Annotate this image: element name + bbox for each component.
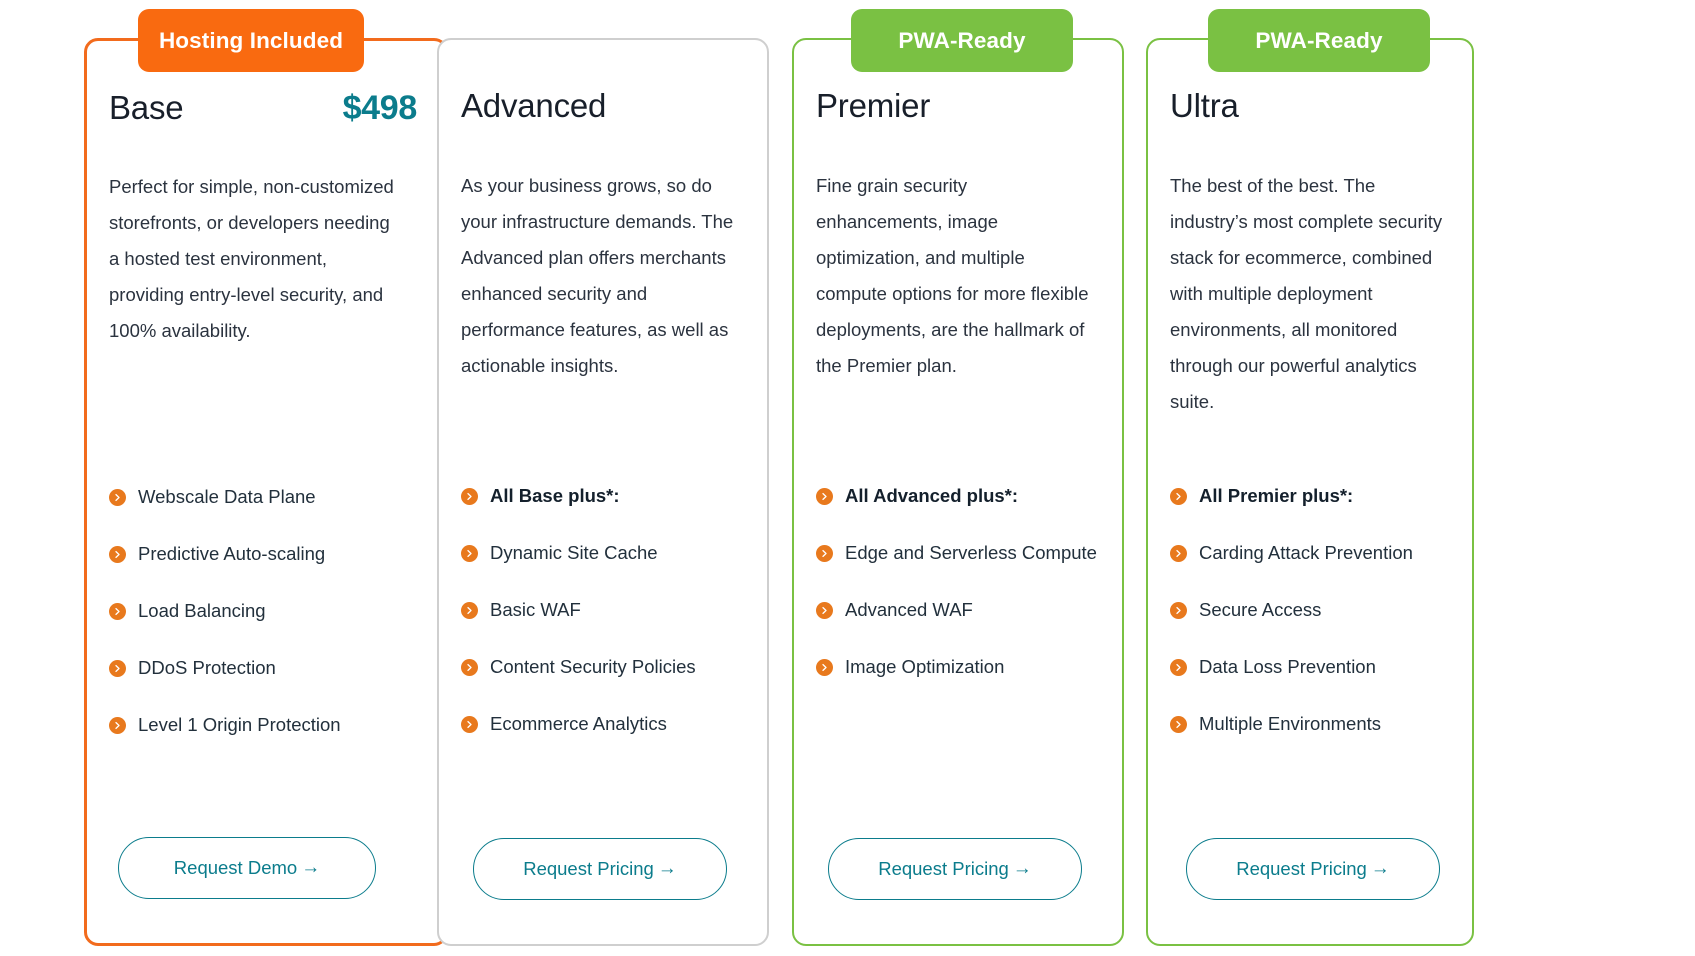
- feature-item: Edge and Serverless Compute: [816, 537, 1098, 569]
- feature-list-advanced: All Base plus*: Dynamic Site Cache Basic…: [461, 480, 743, 765]
- feature-item: All Base plus*:: [461, 480, 743, 512]
- chevron-right-circle-icon: [461, 602, 478, 619]
- feature-item: Dynamic Site Cache: [461, 537, 743, 569]
- pricing-card-ultra: Ultra The best of the best. The industry…: [1146, 38, 1474, 946]
- pricing-card-premier: Premier Fine grain security enhancements…: [792, 38, 1124, 946]
- plan-description-ultra: The best of the best. The industry’s mos…: [1170, 175, 1443, 412]
- feature-label: Data Loss Prevention: [1199, 656, 1376, 677]
- feature-label: Image Optimization: [845, 656, 1005, 677]
- feature-label: Advanced WAF: [845, 599, 973, 620]
- request-demo-button-base[interactable]: Request Demo →: [118, 837, 376, 899]
- feature-label: DDoS Protection: [138, 657, 276, 678]
- feature-list-base: Webscale Data Plane Predictive Auto-scal…: [109, 481, 421, 766]
- arrow-right-icon: →: [657, 858, 677, 879]
- plan-description-premier: Fine grain security enhancements, image …: [816, 175, 1089, 376]
- chevron-right-circle-icon: [109, 489, 126, 506]
- card-header-advanced: Advanced: [461, 87, 739, 142]
- feature-item: Secure Access: [1170, 594, 1448, 626]
- badge-pwa-ready-premier: PWA-Ready: [851, 9, 1073, 72]
- card-header-premier: Premier: [816, 87, 1094, 142]
- badge-hosting-included: Hosting Included: [138, 9, 364, 72]
- feature-item: Content Security Policies: [461, 651, 743, 683]
- feature-label: All Advanced plus*:: [845, 485, 1019, 506]
- feature-label: Predictive Auto-scaling: [138, 543, 326, 564]
- feature-item: Load Balancing: [109, 595, 421, 627]
- feature-item: Carding Attack Prevention: [1170, 537, 1448, 569]
- feature-label: Ecommerce Analytics: [490, 713, 667, 734]
- chevron-right-circle-icon: [816, 602, 833, 619]
- request-pricing-button-advanced[interactable]: Request Pricing →: [473, 838, 727, 900]
- feature-item: Webscale Data Plane: [109, 481, 421, 513]
- chevron-right-circle-icon: [109, 546, 126, 563]
- feature-item: Level 1 Origin Protection: [109, 709, 421, 741]
- request-pricing-button-premier[interactable]: Request Pricing →: [828, 838, 1082, 900]
- plan-price-base: $498: [342, 89, 418, 127]
- feature-label: Multiple Environments: [1199, 713, 1381, 734]
- plan-name-base: Base: [109, 89, 184, 126]
- feature-item: Image Optimization: [816, 651, 1098, 683]
- feature-label: Carding Attack Prevention: [1199, 542, 1413, 563]
- feature-item: All Premier plus*:: [1170, 480, 1448, 512]
- feature-item: Data Loss Prevention: [1170, 651, 1448, 683]
- plan-description-base: Perfect for simple, non-customized store…: [109, 176, 394, 341]
- feature-label: Edge and Serverless Compute: [845, 542, 1097, 563]
- cta-label: Request Pricing: [1236, 858, 1367, 879]
- feature-label: Webscale Data Plane: [138, 486, 316, 507]
- feature-label: Dynamic Site Cache: [490, 542, 658, 563]
- plan-name-premier: Premier: [816, 87, 931, 124]
- card-header-ultra: Ultra: [1170, 87, 1444, 142]
- feature-label: Load Balancing: [138, 600, 266, 621]
- chevron-right-circle-icon: [109, 660, 126, 677]
- chevron-right-circle-icon: [461, 659, 478, 676]
- cta-label: Request Demo: [173, 857, 298, 878]
- feature-list-ultra: All Premier plus*: Carding Attack Preven…: [1170, 480, 1448, 765]
- chevron-right-circle-icon: [461, 545, 478, 562]
- feature-label: All Premier plus*:: [1199, 485, 1354, 506]
- plan-description-advanced: As your business grows, so do your infra…: [461, 175, 734, 376]
- chevron-right-circle-icon: [461, 716, 478, 733]
- feature-item: All Advanced plus*:: [816, 480, 1098, 512]
- feature-label: Level 1 Origin Protection: [138, 714, 341, 735]
- chevron-right-circle-icon: [1170, 602, 1187, 619]
- feature-list-premier: All Advanced plus*: Edge and Serverless …: [816, 480, 1098, 708]
- feature-label: Secure Access: [1199, 599, 1322, 620]
- feature-label: All Base plus*:: [490, 485, 620, 506]
- cta-label: Request Pricing: [878, 858, 1009, 879]
- feature-item: Predictive Auto-scaling: [109, 538, 421, 570]
- plan-name-ultra: Ultra: [1170, 87, 1239, 124]
- feature-item: Advanced WAF: [816, 594, 1098, 626]
- chevron-right-circle-icon: [816, 488, 833, 505]
- chevron-right-circle-icon: [461, 488, 478, 505]
- feature-label: Content Security Policies: [490, 656, 696, 677]
- cta-label: Request Pricing: [523, 858, 654, 879]
- chevron-right-circle-icon: [109, 603, 126, 620]
- feature-item: Multiple Environments: [1170, 708, 1448, 740]
- feature-label: Basic WAF: [490, 599, 581, 620]
- chevron-right-circle-icon: [816, 659, 833, 676]
- chevron-right-circle-icon: [1170, 488, 1187, 505]
- card-header-base: Base $498: [109, 89, 417, 143]
- feature-item: Basic WAF: [461, 594, 743, 626]
- arrow-right-icon: →: [1012, 858, 1032, 879]
- chevron-right-circle-icon: [1170, 545, 1187, 562]
- arrow-right-icon: →: [301, 857, 321, 878]
- chevron-right-circle-icon: [1170, 659, 1187, 676]
- feature-item: DDoS Protection: [109, 652, 421, 684]
- pricing-card-advanced: Advanced As your business grows, so do y…: [437, 38, 769, 946]
- plan-name-advanced: Advanced: [461, 87, 607, 124]
- arrow-right-icon: →: [1370, 858, 1390, 879]
- pricing-table: Base $498 Perfect for simple, non-custom…: [0, 0, 1695, 956]
- chevron-right-circle-icon: [1170, 716, 1187, 733]
- feature-item: Ecommerce Analytics: [461, 708, 743, 740]
- badge-pwa-ready-ultra: PWA-Ready: [1208, 9, 1430, 72]
- chevron-right-circle-icon: [816, 545, 833, 562]
- request-pricing-button-ultra[interactable]: Request Pricing →: [1186, 838, 1440, 900]
- chevron-right-circle-icon: [109, 717, 126, 734]
- pricing-card-base: Base $498 Perfect for simple, non-custom…: [84, 38, 448, 946]
